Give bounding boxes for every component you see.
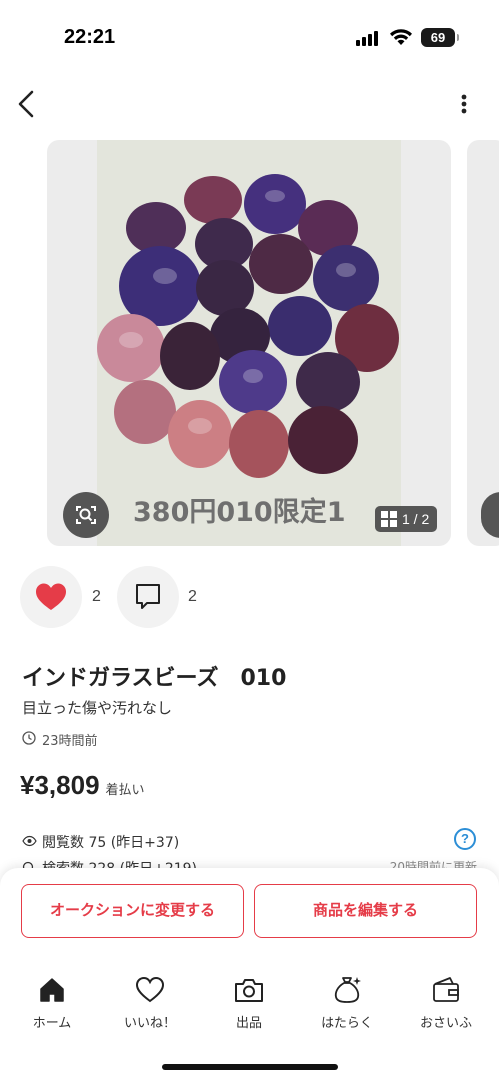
- tab-home-label: ホーム: [32, 1016, 72, 1031]
- signal-icon: [356, 30, 382, 46]
- product-photo: [97, 140, 401, 546]
- help-icon[interactable]: ?: [454, 828, 476, 850]
- shipping-method: 着払い: [105, 783, 145, 798]
- page-indicator[interactable]: 1 / 2: [375, 506, 437, 532]
- tab-likes-label: いいね！: [123, 1016, 176, 1031]
- grid-icon: [381, 511, 397, 527]
- comment-button[interactable]: [117, 566, 179, 628]
- tab-likes[interactable]: いいね！: [110, 974, 190, 1034]
- heart-icon: [36, 583, 66, 610]
- chevron-left-icon[interactable]: [12, 86, 40, 122]
- image-search-button[interactable]: [63, 492, 109, 538]
- wallet-icon: [433, 977, 459, 1002]
- image-carousel[interactable]: 380円010限定1 1 / 2: [0, 140, 499, 548]
- item-price: ¥3,809: [20, 770, 100, 800]
- tab-sell[interactable]: 出品: [209, 974, 289, 1034]
- like-count: 2: [92, 588, 101, 605]
- camera-icon: [235, 979, 263, 1002]
- next-image-card[interactable]: [467, 140, 499, 546]
- home-indicator[interactable]: [162, 1064, 338, 1070]
- tab-wallet-label: おさいふ: [419, 1016, 472, 1031]
- clock-icon: [22, 731, 36, 745]
- page-indicator-text: 1 / 2: [402, 511, 430, 527]
- wifi-icon: [390, 29, 412, 45]
- battery-indicator: 69: [421, 28, 459, 47]
- bottom-sheet: オークションに変更する 商品を編集する ホーム いいね！ 出品 はたらく おさい…: [0, 868, 499, 1080]
- tab-work-label: はたらく: [321, 1016, 373, 1031]
- item-condition: 目立った傷や汚れなし: [22, 699, 173, 717]
- more-vertical-icon[interactable]: [452, 88, 476, 120]
- like-button[interactable]: [20, 566, 82, 628]
- comment-icon: [136, 584, 160, 609]
- tab-home[interactable]: ホーム: [12, 974, 92, 1034]
- home-icon: [40, 978, 64, 1002]
- posted-time-text: 23時間前: [42, 734, 98, 749]
- tab-sell-label: 出品: [235, 1016, 262, 1031]
- price-row: ¥3,809 着払い: [20, 770, 145, 802]
- heart-icon: [135, 976, 165, 1003]
- actions-row: 2 2: [0, 566, 499, 628]
- tab-bar: ホーム いいね！ 出品 はたらく おさいふ: [0, 974, 499, 1034]
- edit-item-button[interactable]: 商品を編集する: [254, 884, 477, 938]
- status-time: 22:21: [64, 26, 116, 48]
- top-nav: [0, 78, 499, 130]
- item-title: インドガラスビーズ 010: [22, 666, 287, 691]
- eye-icon: [22, 835, 37, 847]
- image-watermark: 380円010限定1: [133, 497, 346, 528]
- comment-count: 2: [188, 588, 197, 605]
- tab-wallet[interactable]: おさいふ: [406, 974, 486, 1034]
- status-bar: 22:21 69: [0, 0, 499, 76]
- money-bag-icon: [334, 977, 361, 1003]
- view-count-text: 閲覧数 75 (昨日+37): [42, 835, 180, 851]
- tab-work[interactable]: はたらく: [307, 974, 387, 1034]
- change-to-auction-button[interactable]: オークションに変更する: [21, 884, 244, 938]
- product-image-card[interactable]: 380円010限定1 1 / 2: [47, 140, 451, 546]
- scan-icon: [76, 506, 96, 524]
